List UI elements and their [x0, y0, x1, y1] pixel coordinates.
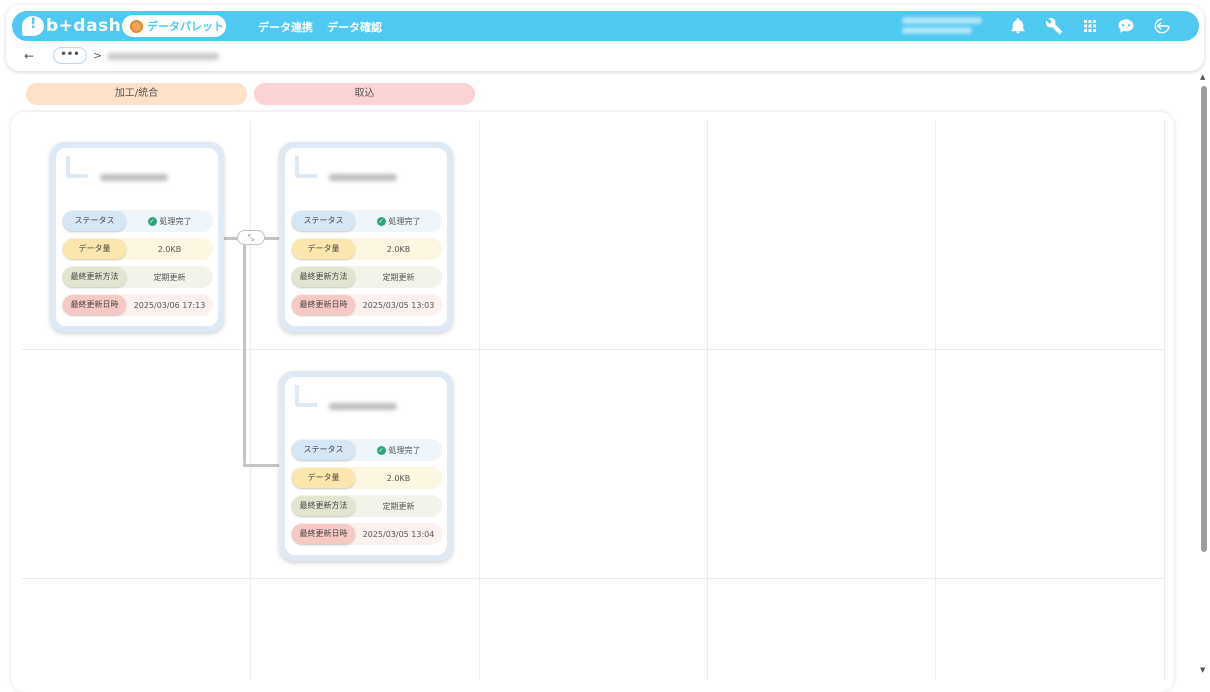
scroll-down-arrow-icon[interactable]: ▼	[1200, 666, 1205, 674]
grid-cell	[480, 350, 708, 579]
status-row: ステータス ✓ 処理完了	[291, 439, 442, 461]
grid-cell	[708, 121, 936, 350]
status-text: 処理完了	[388, 445, 421, 455]
data-card[interactable]: ステータス ✓ 処理完了 データ量 2.0KB 最終更新方法 定期更新 最終更新日…	[50, 142, 224, 332]
wrench-icon[interactable]	[1045, 17, 1063, 35]
logout-icon[interactable]	[1153, 17, 1171, 35]
status-label: ステータス	[63, 211, 126, 231]
check-icon: ✓	[147, 216, 157, 226]
nav-data-integration[interactable]: データ連携	[258, 19, 313, 35]
card-title	[329, 403, 397, 410]
size-label: データ量	[292, 239, 355, 259]
grid-cell	[480, 121, 708, 350]
connector-line	[243, 464, 280, 467]
user-info[interactable]	[902, 14, 994, 38]
data-palette-label: データパレット	[147, 20, 224, 33]
size-row: データ量 2.0KB	[291, 238, 442, 260]
status-value: ✓ 処理完了	[126, 216, 213, 227]
updated-label: 最終更新日時	[292, 295, 355, 315]
scrollbar-thumb[interactable]	[1201, 86, 1207, 552]
method-row: 最終更新方法 定期更新	[291, 266, 442, 288]
size-label: データ量	[292, 468, 355, 488]
grid-cell	[22, 579, 251, 680]
method-row: 最終更新方法 定期更新	[291, 495, 442, 517]
updated-label: 最終更新日時	[292, 524, 355, 544]
grid-cell	[936, 350, 1165, 579]
updated-value: 2025/03/05 13:03	[362, 300, 435, 310]
card-body: ステータス ✓ 処理完了 データ量 2.0KB 最終更新方法 定期更新 最終更新日…	[56, 148, 218, 326]
card-title	[100, 174, 168, 181]
breadcrumb-separator: >	[93, 49, 103, 62]
card-body: ステータス ✓ 処理完了 データ量 2.0KB 最終更新方法 定期更新 最終更新日…	[285, 377, 447, 555]
scroll-up-arrow-icon[interactable]: ▲	[1200, 73, 1205, 81]
method-label: 最終更新方法	[292, 496, 355, 516]
status-label: ステータス	[292, 211, 355, 231]
chat-bot-icon[interactable]	[1117, 17, 1135, 35]
palette-icon	[130, 19, 143, 33]
column-process-merge[interactable]: 加工/統合	[26, 83, 247, 105]
method-value: 定期更新	[382, 272, 415, 282]
data-card[interactable]: ステータス ✓ 処理完了 データ量 2.0KB 最終更新方法 定期更新 最終更新日…	[279, 142, 453, 332]
bell-icon[interactable]	[1009, 17, 1027, 35]
grid-cell	[251, 579, 480, 680]
status-row: ステータス ✓ 処理完了	[291, 210, 442, 232]
status-value: ✓ 処理完了	[355, 445, 442, 456]
card-body: ステータス ✓ 処理完了 データ量 2.0KB 最終更新方法 定期更新 最終更新日…	[285, 148, 447, 326]
back-arrow-icon[interactable]: ←	[24, 49, 34, 63]
method-label: 最終更新方法	[292, 267, 355, 287]
size-label: データ量	[63, 239, 126, 259]
status-label: ステータス	[292, 440, 355, 460]
check-icon: ✓	[376, 445, 386, 455]
size-value: 2.0KB	[157, 244, 182, 254]
size-value: 2.0KB	[386, 244, 411, 254]
updated-value: 2025/03/06 17:13	[133, 300, 206, 310]
status-text: 処理完了	[388, 216, 421, 226]
method-value: 定期更新	[153, 272, 186, 282]
grid-cell	[708, 350, 936, 579]
data-card[interactable]: ステータス ✓ 処理完了 データ量 2.0KB 最終更新方法 定期更新 最終更新日…	[279, 371, 453, 561]
logo-text: b+dash	[46, 16, 122, 36]
grid-cell	[936, 579, 1165, 680]
method-row: 最終更新方法 定期更新	[62, 266, 213, 288]
grid-cell	[708, 579, 936, 680]
updated-value: 2025/03/05 13:04	[362, 529, 435, 539]
column-import[interactable]: 取込	[254, 83, 475, 105]
merge-node-button[interactable]: ⤡	[237, 230, 265, 245]
document-icon	[295, 385, 317, 407]
logo-bubble-icon	[22, 16, 44, 36]
document-icon	[295, 156, 317, 178]
bdash-logo[interactable]: b+dash	[22, 15, 121, 37]
size-value: 2.0KB	[386, 473, 411, 483]
method-value: 定期更新	[382, 501, 415, 511]
breadcrumb-current	[107, 53, 219, 60]
size-row: データ量 2.0KB	[62, 238, 213, 260]
top-navigation-bar: b+dash データパレット データ連携 データ確認	[12, 11, 1199, 41]
breadcrumb-more-button[interactable]: •••	[53, 47, 87, 64]
connector-line	[243, 237, 246, 465]
grid-cell	[22, 350, 251, 579]
status-row: ステータス ✓ 処理完了	[62, 210, 213, 232]
apps-grid-icon[interactable]	[1081, 17, 1099, 35]
data-palette-button[interactable]: データパレット	[122, 15, 226, 37]
size-row: データ量 2.0KB	[291, 467, 442, 489]
updated-row: 最終更新日時 2025/03/06 17:13	[62, 294, 213, 316]
updated-label: 最終更新日時	[63, 295, 126, 315]
grid-cell	[936, 121, 1165, 350]
grid-cell	[480, 579, 708, 680]
nav-data-confirmation[interactable]: データ確認	[327, 19, 382, 35]
status-value: ✓ 処理完了	[355, 216, 442, 227]
card-title	[329, 174, 397, 181]
method-label: 最終更新方法	[63, 267, 126, 287]
document-icon	[66, 156, 88, 178]
updated-row: 最終更新日時 2025/03/05 13:03	[291, 294, 442, 316]
status-text: 処理完了	[159, 216, 192, 226]
check-icon: ✓	[376, 216, 386, 226]
updated-row: 最終更新日時 2025/03/05 13:04	[291, 523, 442, 545]
